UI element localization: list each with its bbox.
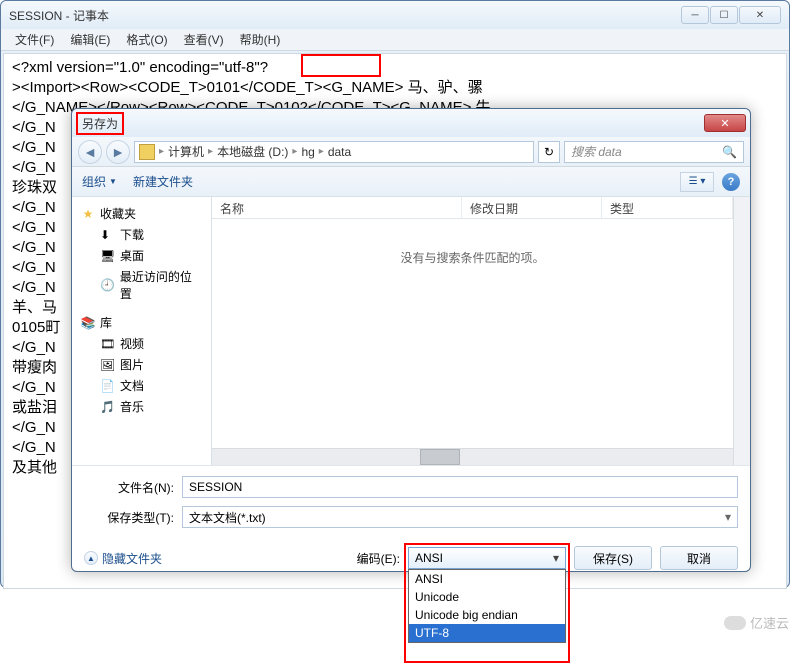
view-mode-button[interactable]: ☰ ▾ (680, 172, 714, 192)
encoding-dropdown: ANSI Unicode Unicode big endian UTF-8 (408, 569, 566, 643)
filename-input[interactable]: SESSION (182, 476, 738, 498)
menu-edit[interactable]: 编辑(E) (64, 29, 116, 50)
recent-icon: 🕘 (100, 278, 116, 292)
menu-help[interactable]: 帮助(H) (234, 29, 287, 50)
help-button[interactable]: ? (722, 173, 740, 191)
sidebar-item-pictures[interactable]: 🖼图片 (76, 354, 207, 375)
watermark: 亿速云 (724, 613, 789, 632)
download-icon: ⬇ (100, 228, 116, 242)
breadcrumb[interactable]: ▸ 计算机 ▸ 本地磁盘 (D:) ▸ hg ▸ data (134, 141, 534, 163)
highlight-encoding (301, 54, 381, 77)
column-header-name[interactable]: 名称 (212, 197, 462, 218)
notepad-menu: 文件(F) 编辑(E) 格式(O) 查看(V) 帮助(H) (1, 29, 789, 51)
dialog-close-button[interactable]: ✕ (704, 114, 746, 132)
breadcrumb-item[interactable]: 本地磁盘 (D:) (217, 143, 288, 160)
video-icon: 🎞 (100, 337, 116, 351)
dialog-fields: 文件名(N): SESSION 保存类型(T): 文本文档(*.txt) (72, 465, 750, 538)
search-icon: 🔍 (722, 145, 737, 159)
encoding-select[interactable]: ANSI (408, 547, 566, 569)
sidebar-favorites[interactable]: ★ 收藏夹 (76, 203, 207, 224)
maximize-button[interactable]: ☐ (710, 6, 738, 24)
cloud-icon (724, 616, 746, 630)
sidebar-libraries[interactable]: 📚 库 (76, 312, 207, 333)
dialog-title: 另存为 (76, 112, 124, 135)
sidebar-item-downloads[interactable]: ⬇下载 (76, 224, 207, 245)
column-header-type[interactable]: 类型 (602, 197, 733, 218)
column-headers: 名称 修改日期 类型 (212, 197, 733, 219)
library-icon: 📚 (80, 315, 96, 331)
hide-folders-button[interactable]: ▲ 隐藏文件夹 (84, 550, 162, 567)
sidebar-item-recent[interactable]: 🕘最近访问的位置 (76, 266, 207, 304)
breadcrumb-item[interactable]: data (328, 145, 351, 159)
refresh-button[interactable]: ↻ (538, 141, 560, 163)
sidebar-item-music[interactable]: 🎵音乐 (76, 396, 207, 417)
notepad-titlebar[interactable]: SESSION - 记事本 ─ ☐ ✕ (1, 1, 789, 29)
notepad-title: SESSION - 记事本 (9, 7, 109, 24)
nav-back-button[interactable]: ◄ (78, 140, 102, 164)
encoding-label: 编码(E): (357, 550, 400, 567)
dialog-bottom: ▲ 隐藏文件夹 编码(E): ANSI ANSI Unicode Unicode… (72, 538, 750, 578)
dialog-navbar: ◄ ► ▸ 计算机 ▸ 本地磁盘 (D:) ▸ hg ▸ data ↻ 搜索 d… (72, 137, 750, 167)
dialog-body: ★ 收藏夹 ⬇下载 🖥桌面 🕘最近访问的位置 📚 库 🎞视频 🖼图片 📄文档 🎵… (72, 197, 750, 465)
sidebar-item-videos[interactable]: 🎞视频 (76, 333, 207, 354)
cancel-button[interactable]: 取消 (660, 546, 738, 570)
encoding-option-unicode[interactable]: Unicode (409, 588, 565, 606)
savetype-select[interactable]: 文本文档(*.txt) (182, 506, 738, 528)
vertical-scrollbar[interactable] (733, 197, 750, 465)
breadcrumb-item[interactable]: 计算机 (168, 143, 204, 160)
scrollbar-thumb[interactable] (420, 449, 460, 465)
document-icon: 📄 (100, 379, 116, 393)
encoding-option-unicode-be[interactable]: Unicode big endian (409, 606, 565, 624)
sidebar-item-desktop[interactable]: 🖥桌面 (76, 245, 207, 266)
file-list-area[interactable]: 名称 修改日期 类型 没有与搜索条件匹配的项。 (212, 197, 733, 465)
encoding-option-utf8[interactable]: UTF-8 (409, 624, 565, 642)
dialog-sidebar: ★ 收藏夹 ⬇下载 🖥桌面 🕘最近访问的位置 📚 库 🎞视频 🖼图片 📄文档 🎵… (72, 197, 212, 465)
save-button[interactable]: 保存(S) (574, 546, 652, 570)
music-icon: 🎵 (100, 400, 116, 414)
nav-forward-button[interactable]: ► (106, 140, 130, 164)
dialog-titlebar[interactable]: 另存为 ✕ (72, 109, 750, 137)
window-buttons: ─ ☐ ✕ (681, 6, 781, 24)
star-icon: ★ (80, 206, 96, 222)
savetype-label: 保存类型(T): (84, 509, 174, 526)
minimize-button[interactable]: ─ (681, 6, 709, 24)
new-folder-button[interactable]: 新建文件夹 (133, 173, 193, 190)
folder-icon (139, 144, 155, 160)
desktop-icon: 🖥 (100, 249, 116, 263)
menu-view[interactable]: 查看(V) (178, 29, 230, 50)
filename-label: 文件名(N): (84, 479, 174, 496)
dialog-toolbar: 组织 ▼ 新建文件夹 ☰ ▾ ? (72, 167, 750, 197)
column-header-date[interactable]: 修改日期 (462, 197, 602, 218)
organize-button[interactable]: 组织 ▼ (82, 173, 117, 190)
save-as-dialog: 另存为 ✕ ◄ ► ▸ 计算机 ▸ 本地磁盘 (D:) ▸ hg ▸ data … (71, 108, 751, 572)
menu-format[interactable]: 格式(O) (120, 29, 173, 50)
search-input[interactable]: 搜索 data 🔍 (564, 141, 744, 163)
menu-file[interactable]: 文件(F) (9, 29, 60, 50)
encoding-option-ansi[interactable]: ANSI (409, 570, 565, 588)
chevron-up-icon: ▲ (84, 551, 98, 565)
picture-icon: 🖼 (100, 358, 116, 372)
empty-message: 没有与搜索条件匹配的项。 (212, 219, 733, 266)
breadcrumb-item[interactable]: hg (301, 145, 314, 159)
horizontal-scrollbar[interactable] (212, 448, 733, 465)
sidebar-item-documents[interactable]: 📄文档 (76, 375, 207, 396)
close-button[interactable]: ✕ (739, 6, 781, 24)
